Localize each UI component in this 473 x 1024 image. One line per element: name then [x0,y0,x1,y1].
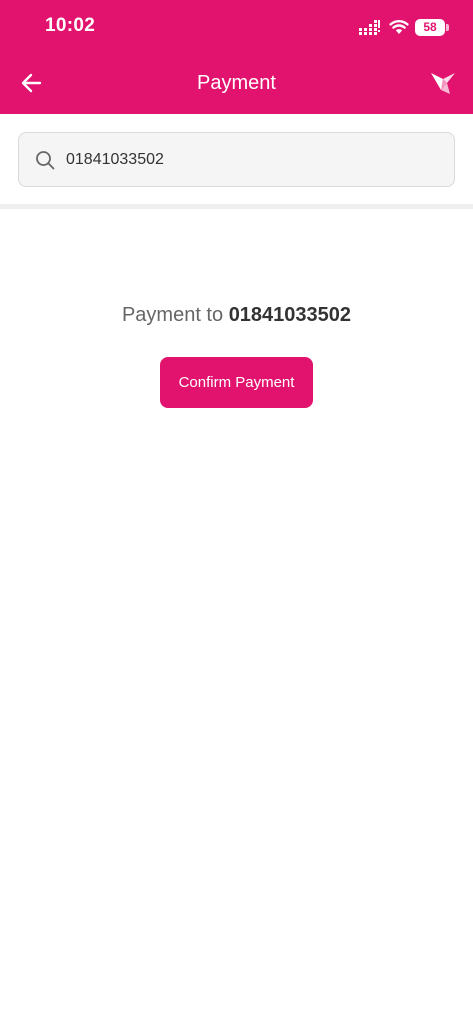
bird-logo-icon [431,73,455,94]
wifi-icon [389,20,409,34]
page-title: Payment [197,72,276,94]
section-divider [0,204,473,209]
status-time: 10:02 [45,15,96,36]
status-icons: 58 [359,17,449,37]
search-icon [36,151,55,170]
search-box[interactable] [18,132,455,187]
payment-prefix: Payment to [121,304,224,326]
signal-icon [359,20,380,35]
battery-indicator: 58 [415,18,449,36]
payment-number: 01841033502 [228,304,352,326]
confirm-payment-button[interactable]: Confirm Payment [160,357,313,408]
battery-tip [446,23,449,31]
search-input[interactable] [66,147,436,173]
payment-recipient: Payment to 01841033502 [0,304,473,327]
battery-level: 58 [423,19,437,34]
app-header: 10:02 58 Payment [0,0,473,114]
